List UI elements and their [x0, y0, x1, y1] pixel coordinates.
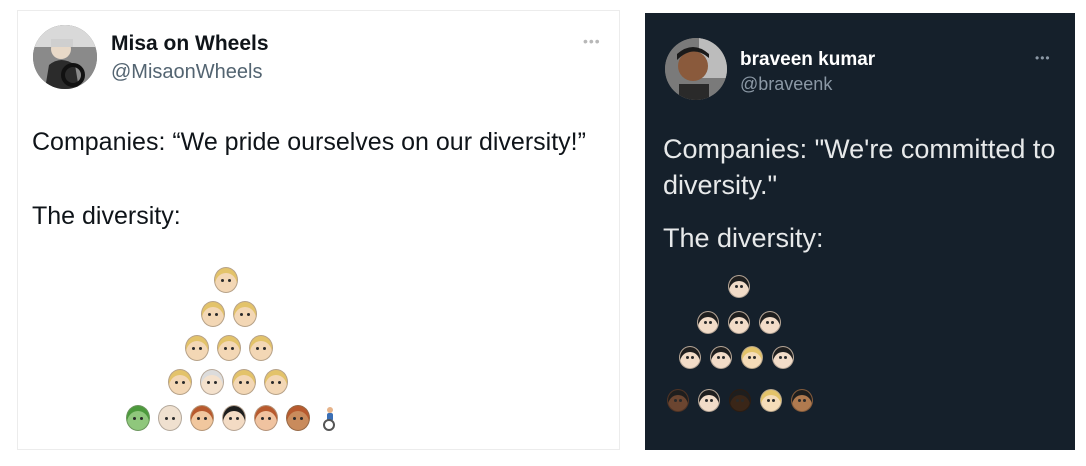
display-name[interactable]: Misa on Wheels [111, 32, 269, 56]
emoji-row [679, 346, 803, 369]
emoji-row [214, 267, 246, 293]
tweet-text-line: The diversity: [32, 202, 181, 230]
brown-skin-woman-face-icon [791, 389, 813, 412]
mustached-man-face-icon [728, 275, 750, 298]
tweet-text-line: Companies: "We're committed to diversity… [663, 134, 1056, 200]
wheelchair-person-icon [318, 405, 342, 431]
more-options-icon[interactable]: ••• [1035, 51, 1051, 65]
tweet-text-line: The diversity: [663, 223, 824, 253]
avatar[interactable] [33, 25, 97, 89]
blond-man-face-icon [249, 335, 273, 361]
man-face-icon [190, 405, 214, 431]
emoji-row [728, 275, 759, 298]
blond-woman-face-icon [760, 389, 782, 412]
blond-man-face-icon [233, 301, 257, 327]
zombie-face-icon [126, 405, 150, 431]
more-options-icon[interactable]: ••• [583, 33, 601, 49]
dark-skin-man-face-icon [667, 389, 689, 412]
blond-man-face-icon [214, 267, 238, 293]
tweet-card-left[interactable]: Misa on Wheels @MisaonWheels ••• Compani… [17, 10, 620, 450]
red-haired-woman-face-icon [254, 405, 278, 431]
mustached-man-face-icon [728, 311, 750, 334]
blond-man-face-icon [201, 301, 225, 327]
bald-face-icon [158, 405, 182, 431]
tweet-card-right[interactable]: braveen kumar @braveenk ••• Companies: "… [645, 13, 1075, 450]
blond-man-face-icon [264, 369, 288, 395]
emoji-row [201, 301, 265, 327]
mustached-man-face-icon [710, 346, 732, 369]
blond-man-face-icon [217, 335, 241, 361]
blond-man-face-icon [185, 335, 209, 361]
white-haired-face-icon [200, 369, 224, 395]
emoji-row [697, 311, 790, 334]
emoji-row [667, 389, 822, 412]
tweet-text-line: Companies: “We pride ourselves on our di… [32, 128, 586, 156]
mustached-man-face-icon [697, 311, 719, 334]
emoji-row [185, 335, 281, 361]
emoji-row [126, 405, 342, 431]
blond-man-face-icon [232, 369, 256, 395]
dark-skin-woman-face-icon [729, 389, 751, 412]
avatar[interactable] [665, 38, 727, 100]
display-name[interactable]: braveen kumar [740, 49, 875, 71]
emoji-row [168, 369, 296, 395]
user-handle[interactable]: @braveenk [740, 74, 832, 95]
mustached-man-face-icon [679, 346, 701, 369]
mustached-man-face-icon [698, 389, 720, 412]
blond-man-face-icon [168, 369, 192, 395]
mustached-man-face-icon [772, 346, 794, 369]
user-handle[interactable]: @MisaonWheels [111, 61, 262, 84]
dark-haired-woman-face-icon [222, 405, 246, 431]
brown-haired-face-icon [286, 405, 310, 431]
mustached-man-face-icon [759, 311, 781, 334]
blond-woman-face-icon [741, 346, 763, 369]
